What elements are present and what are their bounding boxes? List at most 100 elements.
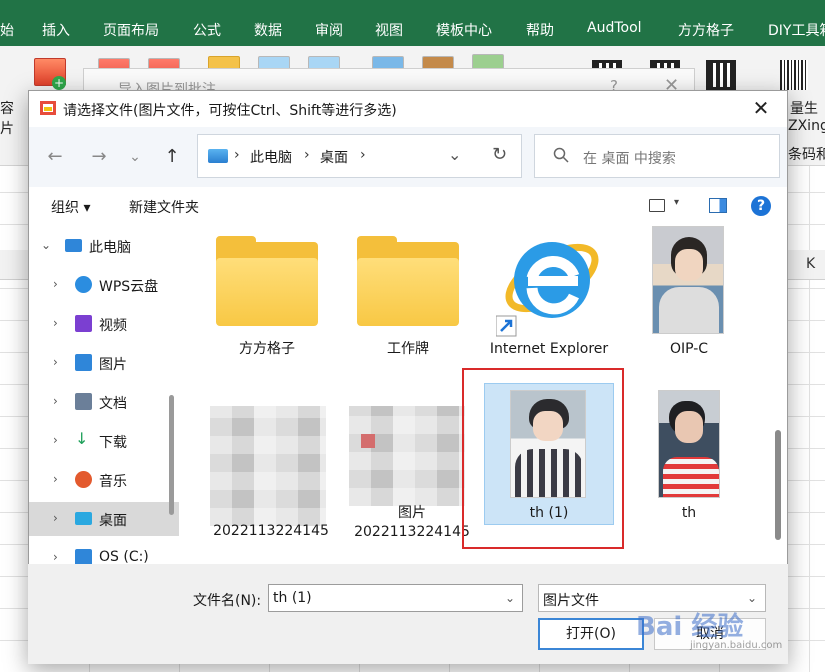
breadcrumb-desktop[interactable]: 桌面 (320, 147, 348, 167)
music-icon (75, 471, 92, 488)
sidebar-item-label: OS (C:) (99, 549, 149, 565)
chevron-right-icon[interactable]: › (53, 550, 58, 564)
file-item-th[interactable]: th (628, 386, 750, 526)
image-thumbnail (652, 226, 724, 334)
blurred-thumbnail (349, 406, 465, 506)
tab-page-layout[interactable]: 页面布局 (103, 20, 159, 40)
sidebar-item-documents[interactable]: › 文档 (29, 385, 179, 419)
tab-help[interactable]: 帮助 (526, 20, 554, 40)
ribbon-text-right-1: 量生 (790, 101, 818, 117)
qr-code-icon-3[interactable] (706, 60, 736, 90)
tab-fangfanggezi[interactable]: 方方格子 (678, 20, 734, 40)
filename-field[interactable]: th (1) ⌄ (268, 584, 523, 612)
tab-formulas[interactable]: 公式 (193, 20, 221, 40)
add-icon: + (52, 76, 66, 90)
sidebar-item-label: 视频 (99, 318, 127, 334)
tab-view[interactable]: 视图 (375, 20, 403, 40)
filetype-value[interactable]: 图片文件 (543, 590, 599, 610)
watermark-url: jingyan.baidu.com (690, 640, 783, 651)
download-icon: ↓ (75, 429, 89, 448)
close-icon[interactable]: ✕ (747, 95, 775, 123)
tab-review[interactable]: 审阅 (315, 20, 343, 40)
tab-audtool[interactable]: AudTool (587, 20, 642, 36)
chevron-down-icon[interactable]: ⌄ (747, 591, 757, 605)
pictures-icon (75, 354, 92, 371)
dialog-title: 请选择文件(图片文件，可按住Ctrl、Shift等进行多选) (63, 103, 397, 119)
chevron-right-icon[interactable]: › (53, 394, 58, 408)
chevron-right-icon[interactable]: › (53, 316, 58, 330)
file-item-internet-explorer[interactable]: Internet Explorer (488, 228, 610, 378)
cloud-icon (75, 276, 92, 293)
search-box[interactable]: 在 桌面 中搜索 (534, 134, 780, 178)
file-item-oip-c[interactable]: OIP-C (628, 226, 750, 366)
tab-home[interactable]: 始 (0, 20, 14, 40)
sidebar-item-pictures[interactable]: › 图片 (29, 346, 179, 380)
chevron-down-icon[interactable]: ⌄ (505, 591, 515, 605)
sidebar-item-this-pc[interactable]: ⌄ 此电脑 (29, 229, 179, 263)
video-icon (75, 315, 92, 332)
help-icon[interactable]: ? (751, 196, 771, 216)
barcode-icon[interactable] (780, 60, 808, 90)
tab-insert[interactable]: 插入 (42, 20, 70, 40)
search-input[interactable]: 在 桌面 中搜索 (583, 148, 676, 168)
open-button[interactable]: 打开(O) (538, 618, 644, 650)
sidebar-scrollbar[interactable] (169, 395, 174, 515)
sidebar-item-drive-c[interactable]: › OS (C:) (29, 541, 179, 565)
file-name: 方方格子 (239, 341, 295, 357)
file-item-picture-2022113224145[interactable]: 图片 2022113224145 (347, 400, 470, 560)
folder-icon (357, 236, 459, 326)
file-item-2022113224145[interactable]: 2022113224145 (206, 400, 329, 560)
chevron-right-icon[interactable]: › (53, 511, 58, 525)
folder-icon (216, 236, 318, 326)
computer-icon (208, 149, 228, 163)
tab-diy-toolbox[interactable]: DIY工具箱 (768, 20, 825, 40)
forward-arrow-icon[interactable]: → (87, 145, 111, 169)
sidebar-item-label: 桌面 (99, 513, 127, 529)
breadcrumb-this-pc[interactable]: 此电脑 (250, 147, 292, 167)
chevron-right-icon[interactable]: › (53, 472, 58, 486)
dialog-toolbar: 组织 ▾ 新建文件夹 ▾ ? (29, 187, 787, 225)
organize-button[interactable]: 组织 ▾ (51, 197, 90, 217)
preview-pane-icon[interactable] (709, 198, 727, 213)
sidebar-item-desktop[interactable]: › 桌面 (29, 502, 179, 536)
drive-icon (75, 549, 92, 565)
sidebar-item-label: 此电脑 (89, 240, 131, 256)
breadcrumb-separator: › (304, 147, 310, 163)
chevron-down-icon[interactable]: ⌄ (41, 238, 51, 252)
view-mode-dropdown-icon[interactable]: ▾ (674, 197, 679, 208)
chevron-right-icon[interactable]: › (53, 355, 58, 369)
address-bar[interactable]: › 此电脑 › 桌面 › ⌄ ↻ (197, 134, 522, 178)
back-arrow-icon[interactable]: ← (43, 145, 67, 169)
pc-icon (65, 239, 82, 252)
tab-template-center[interactable]: 模板中心 (436, 20, 492, 40)
chevron-right-icon[interactable]: › (53, 277, 58, 291)
address-dropdown-icon[interactable]: ⌄ (448, 145, 461, 164)
ribbon-text-left-2: 片 (0, 121, 14, 137)
file-name: 2022113224145 (213, 523, 329, 539)
new-folder-button[interactable]: 新建文件夹 (129, 197, 199, 217)
view-mode-icon[interactable] (649, 199, 665, 212)
image-thumbnail (658, 390, 720, 498)
column-header-k[interactable]: K (806, 256, 815, 272)
sidebar-item-label: 音乐 (99, 474, 127, 490)
filename-value[interactable]: th (1) (273, 590, 312, 606)
sidebar-item-music[interactable]: › 音乐 (29, 463, 179, 497)
chevron-right-icon[interactable]: › (53, 433, 58, 447)
breadcrumb-separator: › (234, 147, 240, 163)
sidebar-item-label: 文档 (99, 396, 127, 412)
ribbon-text-right-2: ZXing (788, 118, 825, 134)
sidebar-item-wps-cloud[interactable]: › WPS云盘 (29, 268, 179, 302)
refresh-icon[interactable]: ↻ (492, 144, 507, 165)
sidebar-item-video[interactable]: › 视频 (29, 307, 179, 341)
up-arrow-icon[interactable]: ↑ (160, 145, 184, 169)
sidebar-item-downloads[interactable]: › ↓ 下载 (29, 424, 179, 458)
sidebar-item-label: WPS云盘 (99, 279, 159, 295)
recent-locations-chevron-icon[interactable]: ⌄ (123, 145, 147, 169)
sidebar-item-label: 图片 (99, 357, 127, 373)
file-name: th (681, 505, 697, 521)
file-list-scrollbar[interactable] (775, 430, 781, 540)
file-item-folder-gongzuopai[interactable]: 工作牌 (347, 234, 469, 364)
sidebar-item-label: 下载 (99, 435, 127, 451)
tab-data[interactable]: 数据 (254, 20, 282, 40)
file-item-folder-fangfanggezi[interactable]: 方方格子 (206, 234, 328, 364)
